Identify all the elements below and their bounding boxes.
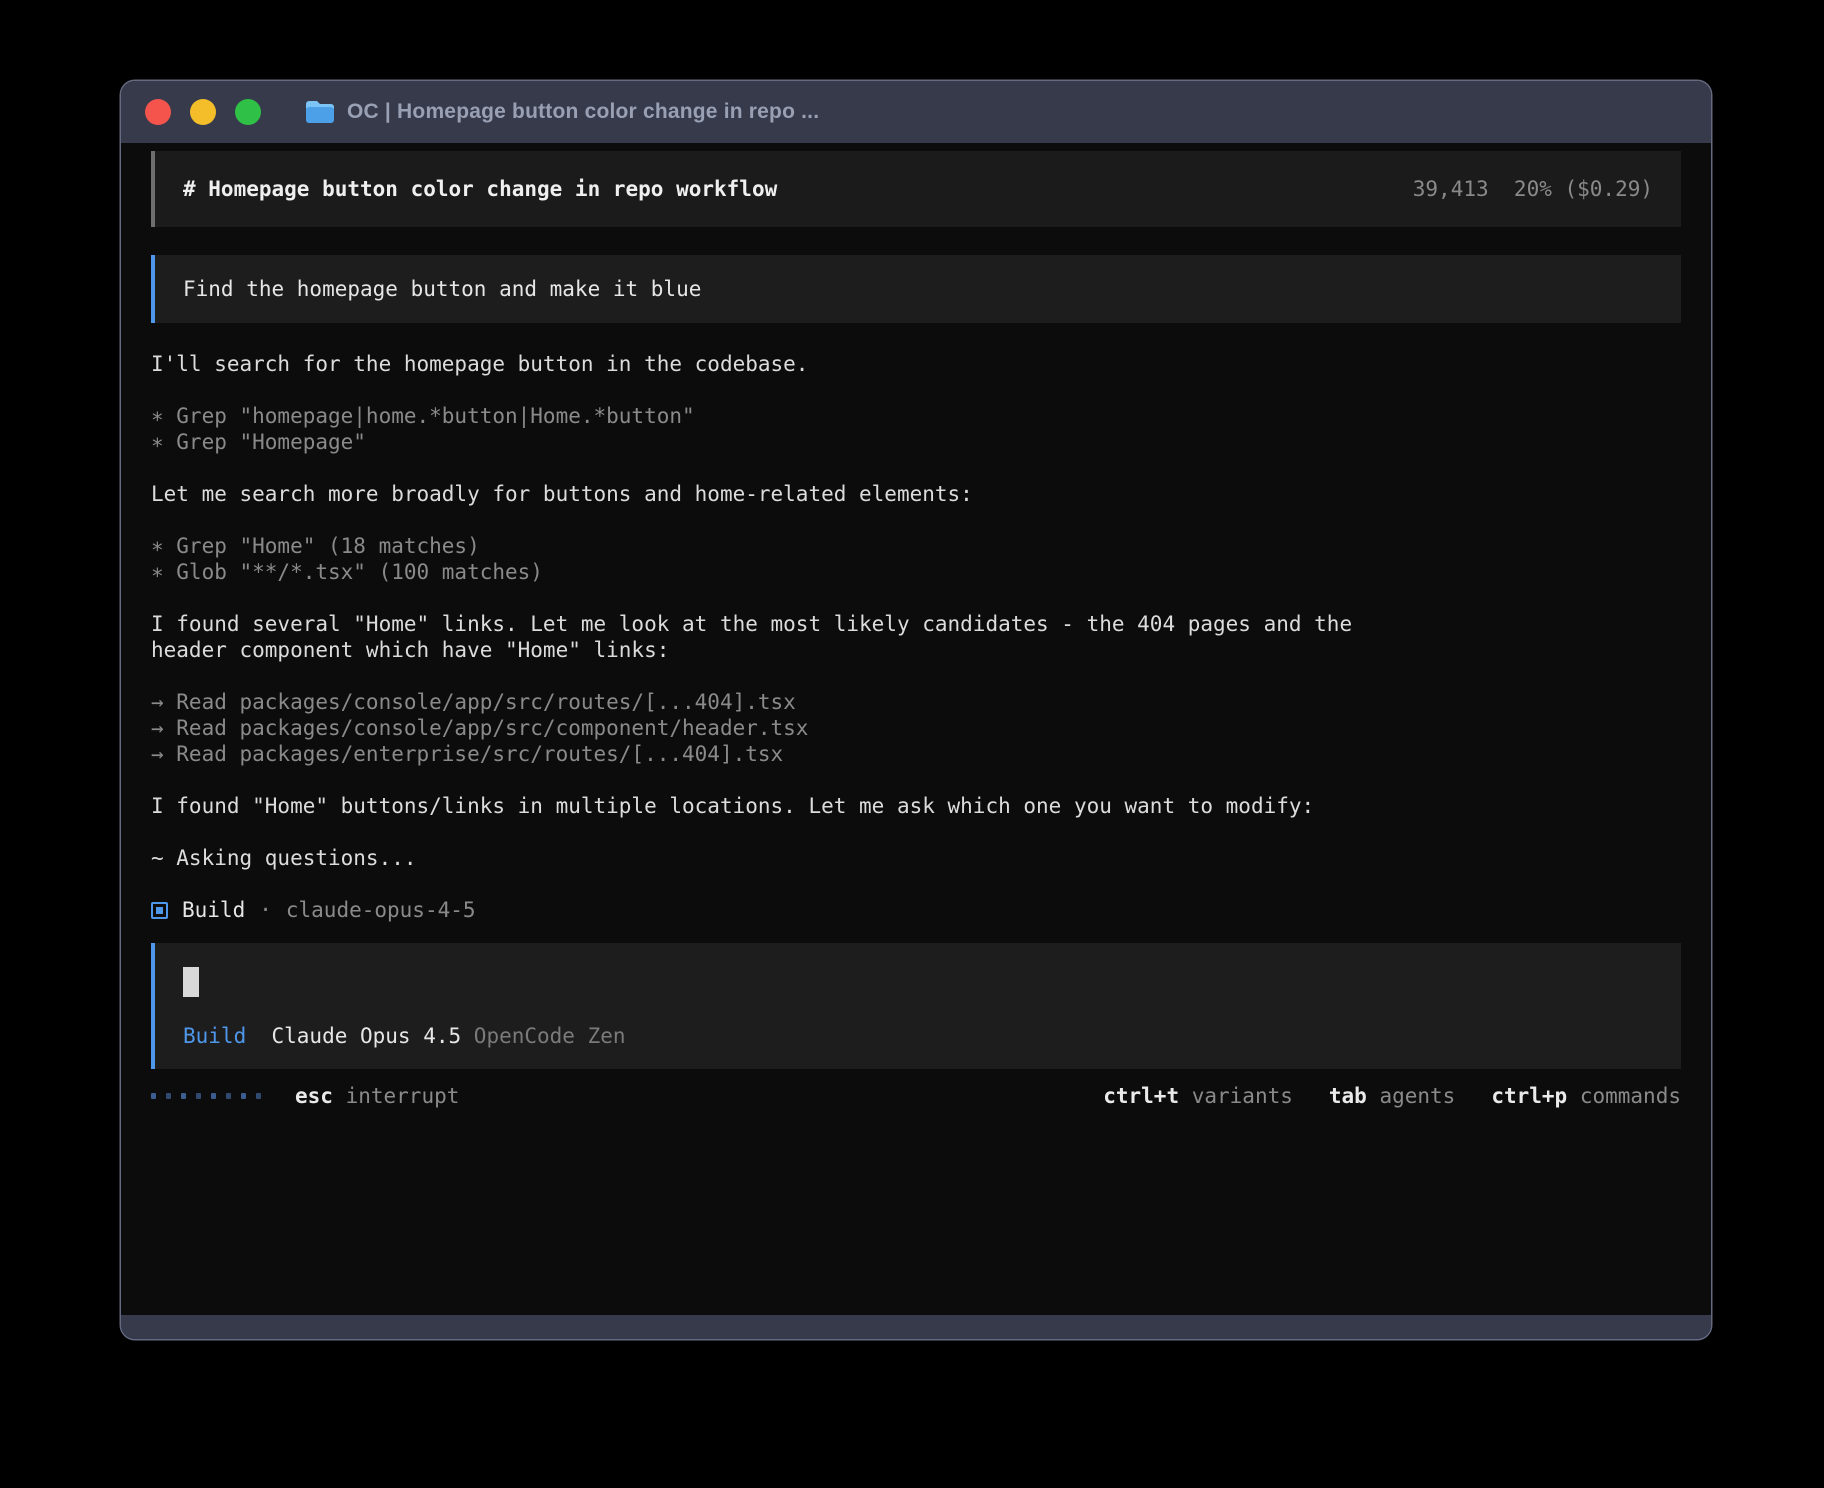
agent-task-row: Build · claude-opus-4-5 [151, 897, 1681, 923]
title-group: OC | Homepage button color change in rep… [305, 100, 819, 124]
session-header: # Homepage button color change in repo w… [151, 151, 1681, 227]
tool-call-glob: ∗ Glob "**/*.tsx" (100 matches) [151, 559, 1681, 585]
tool-call-read: → Read packages/console/app/src/routes/[… [151, 689, 1681, 715]
hint-key: esc [295, 1084, 333, 1108]
hint-key: tab [1329, 1084, 1367, 1108]
model-provider: OpenCode Zen [474, 1023, 626, 1049]
status-bar-left: esc interrupt [151, 1083, 459, 1109]
agent-model: claude-opus-4-5 [286, 897, 476, 923]
terminal-content: # Homepage button color change in repo w… [121, 143, 1711, 1315]
zoom-button[interactable] [235, 99, 261, 125]
tool-call-grep: ∗ Grep "homepage|home.*button|Home.*butt… [151, 403, 1681, 429]
status-bar-right: ctrl+t variants tab agents ctrl+p comman… [1103, 1083, 1681, 1109]
agent-build-icon [151, 902, 168, 919]
spinner-dots-icon [151, 1093, 261, 1099]
tool-call-grep: ∗ Grep "Homepage" [151, 429, 1681, 455]
session-title: # Homepage button color change in repo w… [183, 177, 777, 201]
session-usage: 39,413 20% ($0.29) [1413, 177, 1653, 201]
tool-call-grep: ∗ Grep "Home" (18 matches) [151, 533, 1681, 559]
hint-key: ctrl+p [1491, 1084, 1567, 1108]
hint-agents: tab agents [1329, 1083, 1455, 1109]
active-agent-label[interactable]: Build [183, 1023, 246, 1049]
assistant-text: Let me search more broadly for buttons a… [151, 481, 1681, 507]
separator-dot: · [259, 897, 272, 923]
hint-variants: ctrl+t variants [1103, 1083, 1293, 1109]
hint-label: agents [1367, 1084, 1456, 1108]
token-count: 39,413 [1413, 177, 1489, 201]
model-name: Claude Opus 4.5 [246, 1023, 474, 1049]
assistant-transcript: I'll search for the homepage button in t… [151, 351, 1681, 923]
close-button[interactable] [145, 99, 171, 125]
assistant-text: I found "Home" buttons/links in multiple… [151, 793, 1391, 819]
window-titlebar[interactable]: OC | Homepage button color change in rep… [121, 81, 1711, 143]
window-footer [121, 1315, 1711, 1339]
user-message: Find the homepage button and make it blu… [151, 255, 1681, 323]
tool-call-read: → Read packages/console/app/src/componen… [151, 715, 1681, 741]
hint-label: variants [1179, 1084, 1293, 1108]
user-message-text: Find the homepage button and make it blu… [183, 277, 701, 301]
window-title: OC | Homepage button color change in rep… [347, 100, 819, 124]
status-bar: esc interrupt ctrl+t variants tab agents… [151, 1083, 1681, 1109]
prompt-input[interactable]: Build Claude Opus 4.5 OpenCode Zen [151, 943, 1681, 1069]
agent-name: Build [182, 897, 245, 923]
window-controls [145, 99, 261, 125]
terminal-window: OC | Homepage button color change in rep… [121, 81, 1711, 1339]
assistant-text: I'll search for the homepage button in t… [151, 351, 1681, 377]
desktop: OC | Homepage button color change in rep… [0, 0, 1824, 1488]
minimize-button[interactable] [190, 99, 216, 125]
text-cursor [183, 967, 199, 997]
assistant-text: I found several "Home" links. Let me loo… [151, 611, 1391, 663]
working-status: ~ Asking questions... [151, 845, 1681, 871]
folder-icon [305, 100, 335, 124]
model-row: Build Claude Opus 4.5 OpenCode Zen [183, 1023, 1653, 1049]
hint-key: ctrl+t [1103, 1084, 1179, 1108]
hint-label: interrupt [333, 1084, 459, 1108]
context-usage: 20% ($0.29) [1514, 177, 1653, 201]
hint-commands: ctrl+p commands [1491, 1083, 1681, 1109]
hint-label: commands [1567, 1084, 1681, 1108]
hint-interrupt: esc interrupt [295, 1083, 459, 1109]
tool-call-read: → Read packages/enterprise/src/routes/[.… [151, 741, 1681, 767]
